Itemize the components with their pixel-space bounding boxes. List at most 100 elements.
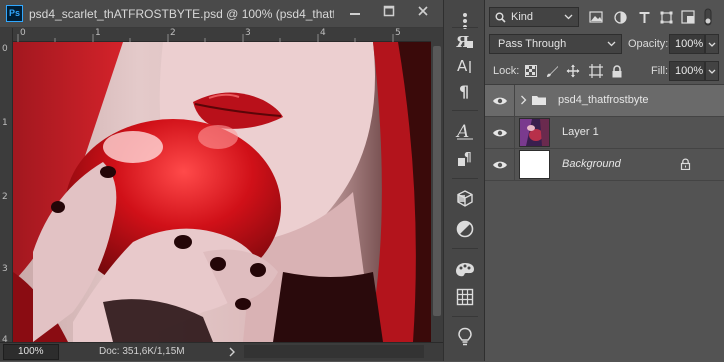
visibility-toggle[interactable]: [485, 85, 515, 117]
3d-cube-icon: [457, 190, 473, 207]
maximize-button[interactable]: [372, 0, 406, 22]
filter-shape-button[interactable]: [657, 8, 675, 26]
chevron-down-icon: [708, 69, 716, 74]
swatches-panel-button[interactable]: [452, 258, 478, 282]
layers-panel: Kind Pass Through Opacity: 100% Lock: Fi…: [485, 0, 724, 362]
paragraph-styles-button[interactable]: ¶: [452, 147, 478, 171]
lock-transparent-pixels-button[interactable]: [523, 63, 539, 79]
adjustments-panel-button[interactable]: [452, 217, 478, 241]
glyphs-panel-button[interactable]: A: [452, 119, 478, 143]
3d-panel-button[interactable]: [452, 187, 478, 211]
close-icon: [418, 6, 428, 16]
lock-position-button[interactable]: [565, 63, 581, 79]
visibility-toggle[interactable]: [485, 117, 515, 149]
horizontal-ruler[interactable]: 0 1 2 3 4 5: [13, 28, 431, 42]
table-panel-button[interactable]: [452, 285, 478, 309]
layer-name[interactable]: psd4_thatfrostbyte: [558, 84, 649, 116]
toggle-switch-icon: [704, 8, 712, 26]
opacity-dropdown-button[interactable]: [705, 34, 719, 54]
ruler-label: 1: [2, 118, 8, 128]
lock-icon: [680, 158, 691, 170]
filter-type-button[interactable]: [635, 8, 653, 26]
maximize-icon: [383, 5, 395, 17]
svg-text:A: A: [455, 122, 469, 141]
document-title: psd4_scarlet_thATFROSTBYTE.psd @ 100% (p…: [29, 7, 334, 21]
minimize-button[interactable]: [338, 0, 372, 22]
layer-row-group[interactable]: psd4_thatfrostbyte: [485, 85, 724, 117]
folder-icon: [532, 96, 546, 105]
svg-text:¶: ¶: [459, 82, 469, 100]
type-filter-icon: [639, 11, 649, 23]
shape-filter-icon: [660, 11, 672, 23]
learn-panel-button[interactable]: [452, 325, 478, 349]
svg-text:¶: ¶: [464, 150, 472, 164]
layer-row-layer1[interactable]: Layer 1: [485, 117, 724, 149]
ruler-label: 3: [2, 264, 8, 274]
brush-icon: [546, 65, 558, 77]
canvas-image: [13, 42, 431, 342]
blend-mode-label: Pass Through: [498, 38, 567, 50]
chevron-down-icon: [564, 14, 573, 20]
fill-label: Fill:: [651, 65, 669, 77]
filter-smart-object-button[interactable]: [679, 8, 697, 26]
layer-thumbnail-image: [520, 119, 549, 146]
vertical-scrollbar[interactable]: [431, 28, 443, 342]
ruler-corner[interactable]: [0, 28, 13, 42]
chevron-down-icon: [708, 42, 716, 47]
chevron-down-icon: [607, 41, 616, 47]
eye-icon: [492, 97, 507, 105]
layer-thumbnail[interactable]: [519, 150, 550, 179]
search-icon: [495, 12, 506, 23]
svg-text:A: A: [457, 57, 468, 74]
fill-input[interactable]: 100%: [669, 61, 705, 81]
adjustment-filter-icon: [613, 10, 627, 24]
character-panel-button[interactable]: Я: [452, 29, 478, 53]
adjustments-icon: [456, 220, 474, 238]
ruler-label: 0: [20, 28, 26, 38]
document-tab[interactable]: Ps psd4_scarlet_thATFROSTBYTE.psd @ 100%…: [0, 0, 443, 28]
glyphs-icon: A: [455, 122, 473, 141]
ruler-label: 5: [395, 28, 401, 38]
layer-thumbnail[interactable]: [519, 118, 550, 147]
layer-name[interactable]: Background: [562, 148, 621, 180]
close-button[interactable]: [406, 0, 440, 22]
ruler-label: 2: [170, 28, 176, 38]
horizontal-scrollbar[interactable]: [244, 345, 424, 358]
palette-icon: [456, 263, 474, 277]
scrollbar-thumb[interactable]: [433, 46, 441, 316]
zoom-level-field[interactable]: 100%: [3, 344, 59, 360]
layer-name[interactable]: Layer 1: [562, 116, 599, 148]
eye-icon: [492, 129, 507, 137]
ruler-label: 4: [320, 28, 326, 38]
chevron-right-icon[interactable]: [228, 346, 236, 358]
lock-all-button[interactable]: [609, 63, 625, 79]
ruler-label: 2: [2, 192, 8, 202]
ruler-label: 3: [245, 28, 251, 38]
eye-icon: [492, 161, 507, 169]
blend-mode-dropdown[interactable]: Pass Through: [489, 34, 622, 54]
ruler-label: 1: [95, 28, 101, 38]
type-icon: A: [457, 57, 471, 74]
panel-icons-strip: Я A ¶ A ¶: [443, 0, 485, 361]
filter-adjustment-button[interactable]: [611, 8, 629, 26]
filter-kind-label: Kind: [511, 11, 534, 23]
ruler-ticks: [17, 34, 394, 42]
document-size-info[interactable]: Doc: 351,6K/1,15M: [99, 343, 185, 361]
grid-table-icon: [456, 288, 474, 306]
status-bar: 100% Doc: 351,6K/1,15M: [0, 342, 443, 361]
opacity-input[interactable]: 100%: [669, 34, 705, 54]
visibility-toggle[interactable]: [485, 149, 515, 181]
chevron-right-icon[interactable]: [520, 95, 527, 105]
filter-toggle[interactable]: [704, 8, 716, 26]
filter-pixel-button[interactable]: [587, 8, 605, 26]
vertical-ruler[interactable]: 0 1 2 3 4: [0, 42, 13, 345]
canvas[interactable]: [13, 42, 431, 342]
filter-kind-dropdown[interactable]: Kind: [489, 7, 579, 27]
fill-dropdown-button[interactable]: [705, 61, 719, 81]
lock-icon: [612, 64, 622, 77]
character-type-button[interactable]: A: [452, 53, 478, 77]
paragraph-panel-button[interactable]: ¶: [452, 79, 478, 103]
layer-row-background[interactable]: Background: [485, 149, 724, 181]
lock-artboard-button[interactable]: [588, 63, 604, 79]
lock-image-pixels-button[interactable]: [544, 63, 560, 79]
